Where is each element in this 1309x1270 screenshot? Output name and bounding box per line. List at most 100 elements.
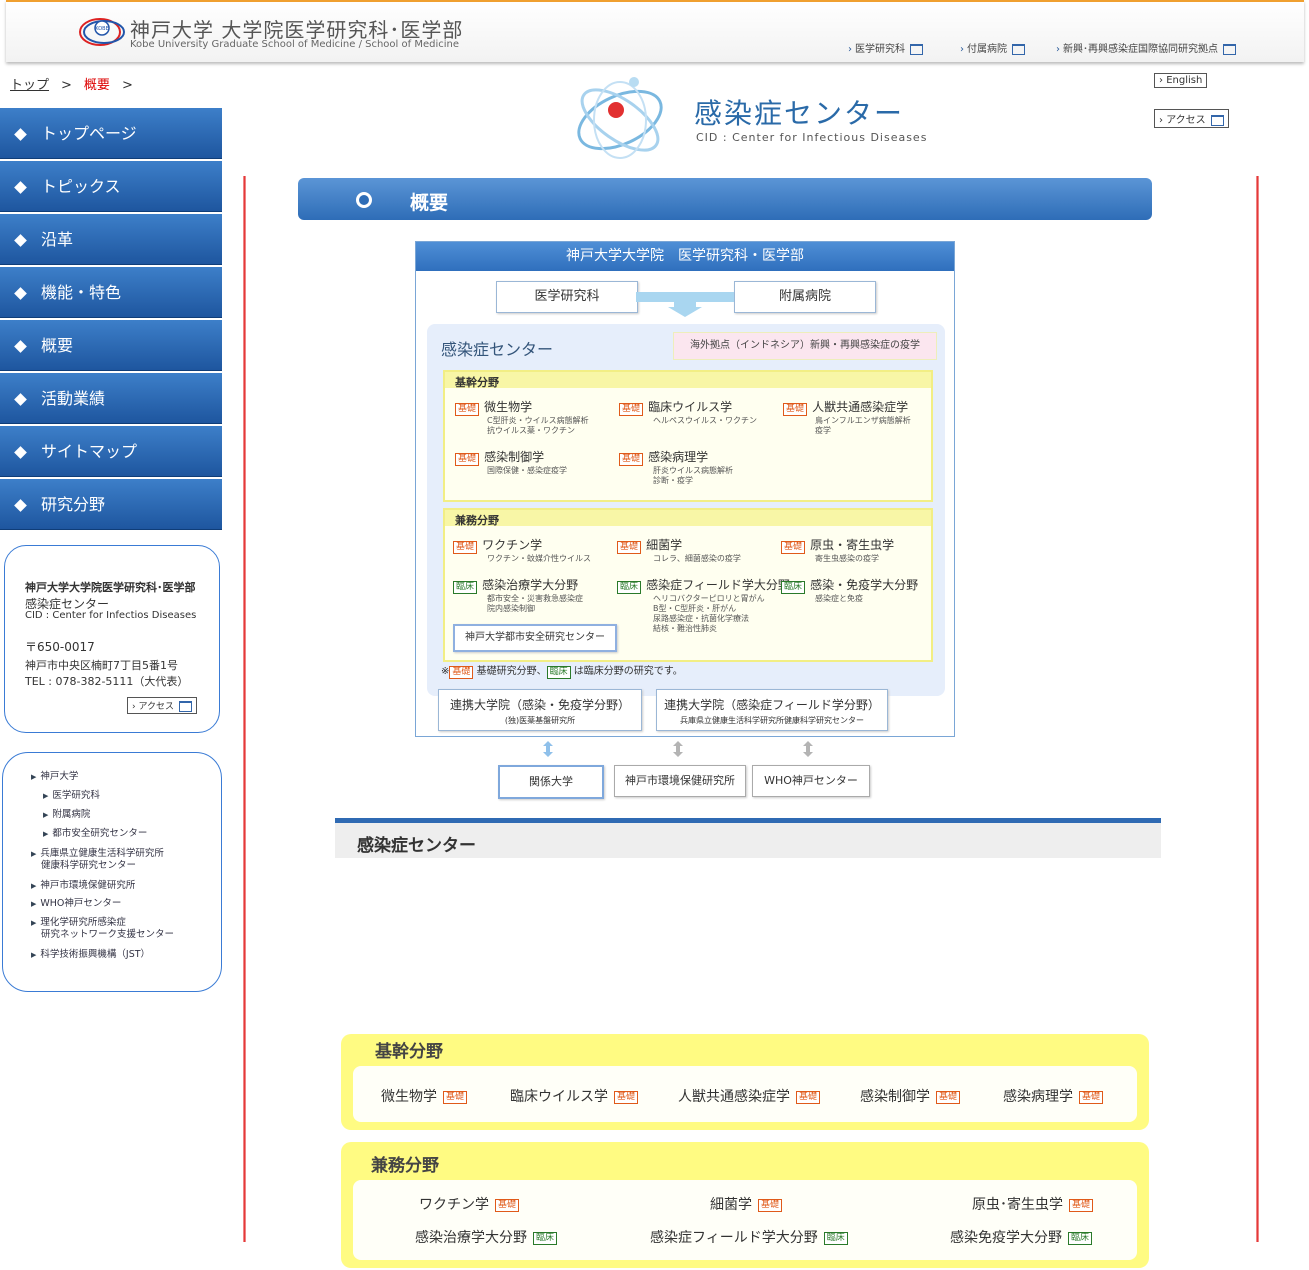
org-box-hospital: 附属病院 [734,281,876,313]
sidebar-item-label: トピックス [41,177,121,196]
field-desc: 疫学 [815,426,831,435]
field-desc: 都市安全・災害救急感染症 [487,594,583,603]
core-field-link[interactable]: 微生物学 基礎 [381,1086,468,1106]
sidebar-item-research-fields[interactable]: 研究分野 [0,479,222,530]
field-desc: 感染症と免疫 [815,594,863,603]
english-button[interactable]: › English [1154,73,1208,88]
sidebar-item-top-page[interactable]: トップページ [0,108,222,159]
field-name: 感染・免疫学大分野 [810,578,919,592]
sidebar-item-history[interactable]: 沿革 [0,214,222,265]
sidebar-item-features[interactable]: 機能・特色 [0,267,222,318]
logo-text: KOBE [95,26,109,32]
header-link-label: 付属病院 [967,44,1007,55]
header-link-graduate[interactable]: › 医学研究科 [848,40,923,55]
header-link-label: 医学研究科 [855,44,905,55]
sidebar-item-topics[interactable]: トピックス [0,161,222,212]
field-link-label: 感染病理学 [1003,1089,1073,1105]
diamond-icon [14,340,27,353]
tag-basic: 基礎 [1079,1090,1104,1104]
breadcrumb-current: 概要 [83,78,110,93]
header-link-hospital[interactable]: › 付属病院 [960,40,1025,55]
field-name: 臨床ウイルス学 [648,400,733,414]
joint-field-link[interactable]: 感染免疫学大分野 臨床 [950,1227,1093,1247]
joint-field-link[interactable]: 感染治療学大分野 臨床 [415,1227,558,1247]
related-link-label: 都市安全研究センター [52,828,148,839]
triangle-right-icon: ▶ [43,811,49,819]
joint-field-link[interactable]: ワクチン学 基礎 [419,1194,520,1214]
related-links-box: ▶ 神戸大学 ▶ 医学研究科 ▶ 附属病院 ▶ 都市安全研究センター ▶ 兵庫県立健康生活… [2,752,222,992]
core-field-link[interactable]: 臨床ウイルス学 基礎 [510,1086,639,1106]
info-tel: TEL : 078-382-5111（大代表） [25,675,189,688]
header-link-research-hub[interactable]: › 新興･再興感染症国際協同研究拠点 [1056,40,1236,55]
sidebar-item-sitemap[interactable]: サイトマップ [0,426,222,477]
core-field-link[interactable]: 感染病理学 基礎 [1003,1086,1104,1106]
access-button[interactable]: › アクセス [1154,109,1229,128]
cid-subtitle: CID : Center for Infectious Diseases [696,131,928,144]
tag-basic: 基礎 [796,1090,821,1104]
info-zip: 〒650-0017 [25,640,95,654]
tag-basic: 基礎 [453,541,478,554]
related-link[interactable]: ▶ 理化学研究所感染症 研究ネットワーク支援センター [31,917,174,941]
field-desc: 結核・難治性肺炎 [653,624,717,633]
related-link[interactable]: ▶ 神戸大学 [31,771,78,783]
related-link[interactable]: ▶ WHO神戸センター [31,898,121,910]
field-link-label: 臨床ウイルス学 [510,1089,608,1105]
sidebar-item-label: 機能・特色 [41,283,122,302]
chevron-right-icon: › [960,44,964,55]
related-link[interactable]: ▶ 神戸市環境保健研究所 [31,880,135,892]
joint-field-link[interactable]: 原虫･寄生虫学 基礎 [972,1194,1094,1214]
tag-basic: 基礎 [443,1090,468,1104]
joint-field-link[interactable]: 細菌学 基礎 [710,1194,783,1214]
note-prefix: ※ [441,666,450,677]
breadcrumb-top-link[interactable]: トップ [10,78,49,93]
new-window-icon [1223,43,1236,55]
field-link-label: 感染制御学 [860,1089,930,1105]
field-desc: 院内感染制御 [487,604,535,613]
info-access-button[interactable]: › アクセス [127,697,198,714]
tag-clinical: 臨床 [453,581,478,594]
sidebar-nav: トップページ トピックス 沿革 機能・特色 概要 活動業績 サイトマップ 研究分… [0,108,222,532]
triangle-right-icon: ▶ [31,773,37,781]
core-field-link[interactable]: 人獣共通感染症学 基礎 [678,1086,821,1106]
kobe-university-logo[interactable]: KOBE [78,14,126,50]
org-field-vaccinology: 基礎 ワクチン学 [453,534,542,554]
org-box-kobe-env-health: 神戸市環境保健研究所 [614,765,746,797]
field-link-label: 人獣共通感染症学 [678,1089,790,1105]
triangle-right-icon: ▶ [31,882,37,890]
field-name: 微生物学 [484,400,533,414]
triangle-right-icon: ▶ [31,919,37,927]
sidebar-item-overview[interactable]: 概要 [0,320,222,371]
tag-clinical: 臨床 [533,1231,558,1245]
org-field-infection-control: 基礎 感染制御学 [455,446,544,466]
related-link[interactable]: ▶ 附属病院 [43,809,90,821]
access-label: アクセス [1166,115,1206,126]
related-link[interactable]: ▶ 医学研究科 [43,790,100,802]
tag-clinical: 臨床 [1068,1231,1093,1245]
overseas-base-box: 海外拠点（インドネシア）新興・再興感染症の疫学 [673,332,937,360]
core-fields-box: 基幹分野 基礎 微生物学 C型肝炎・ウイルス病態解析 抗ウイルス薬・ワクチン 基… [443,370,933,502]
sidebar-item-achievements[interactable]: 活動業績 [0,373,222,424]
org-field-microbiology: 基礎 微生物学 [455,396,532,416]
diamond-icon [14,181,27,194]
tag-clinical: 臨床 [617,581,642,594]
field-desc: C型肝炎・ウイルス病態解析 [487,416,589,425]
partner-title: 連携大学院（感染・免疫学分野） [449,698,630,712]
left-red-rule [243,176,246,1242]
new-window-icon [1210,114,1224,126]
triangle-right-icon: ▶ [31,850,37,858]
sidebar-item-label: トップページ [41,124,137,143]
joint-section-inner: ワクチン学 基礎 細菌学 基礎 原虫･寄生虫学 基礎 感染治療学大分野 臨床 感染症フィ… [353,1180,1137,1260]
sidebar-item-label: 沿革 [41,230,74,249]
core-field-link[interactable]: 感染制御学 基礎 [860,1086,961,1106]
field-desc: ヘリコバクターピロリと胃がん [653,594,765,603]
field-desc: コレラ、細菌感染の疫学 [653,554,741,563]
related-link[interactable]: ▶ 兵庫県立健康生活科学研究所 健康科学研究センター [31,848,164,872]
center-heading: 感染症センター [357,836,476,856]
related-link[interactable]: ▶ 科学技術振興機構（JST） [31,949,150,961]
tag-basic: 基礎 [1069,1198,1094,1212]
org-box-related-universities: 関係大学 [498,765,604,799]
org-field-infection-pathology: 基礎 感染病理学 [619,446,708,466]
joint-field-link[interactable]: 感染症フィールド学大分野 臨床 [650,1227,848,1247]
section-title: 概要 [410,192,449,214]
related-link[interactable]: ▶ 都市安全研究センター [43,828,147,840]
